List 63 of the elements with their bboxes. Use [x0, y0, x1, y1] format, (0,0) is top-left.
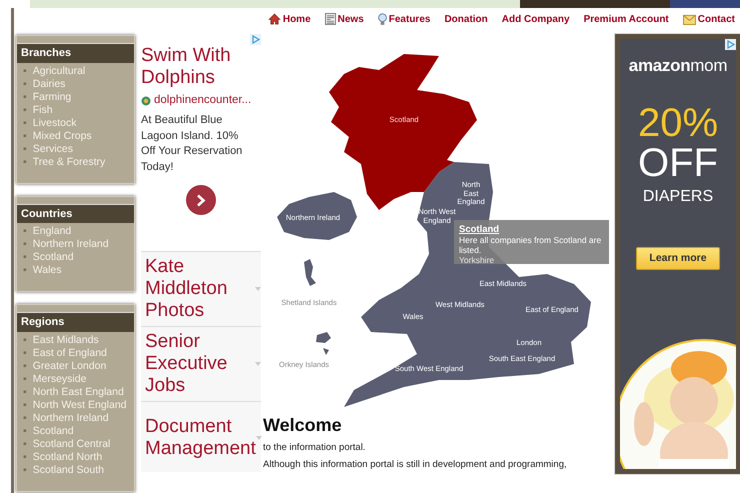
ad-domain-link[interactable]: dolphinencounter...	[154, 92, 252, 110]
adchoices-icon[interactable]	[725, 39, 736, 50]
bullet-icon: ▪	[23, 450, 27, 464]
nav-link[interactable]: News	[338, 12, 364, 26]
discount-text: 20%	[638, 102, 718, 142]
bullet-icon: ▪	[23, 156, 27, 168]
bullet-icon: ▪	[23, 464, 27, 476]
map-label[interactable]: Yorkshire	[459, 255, 494, 265]
bullet-icon: ▪	[23, 238, 27, 251]
envelope-icon	[682, 14, 696, 24]
light-bulb-icon	[378, 12, 387, 26]
ad-link-item[interactable]: Kate Middleton Photos	[141, 251, 261, 326]
ad-description: At Beautiful Blue Lagoon Island. 10% Off Your Reservation Today!	[141, 113, 244, 175]
nav-link[interactable]: Contact	[698, 12, 735, 26]
learn-more-button[interactable]: Learn more	[636, 246, 720, 270]
bullet-icon: ▪	[23, 78, 27, 90]
nav-link[interactable]: Features	[388, 12, 430, 26]
tooltip-text: Here all companies from Scotland are listed.	[459, 235, 602, 255]
bullet-icon: ▪	[23, 264, 27, 277]
bullet-icon: ▪	[23, 386, 27, 398]
nav-link[interactable]: Add Company	[502, 12, 570, 26]
panel-header: Countries	[17, 204, 134, 223]
caret-icon	[256, 436, 262, 440]
bullet-icon: ▪	[23, 360, 27, 372]
bullet-icon: ▪	[23, 251, 27, 264]
bullet-icon: ▪	[23, 116, 27, 130]
bullet-icon: ▪	[23, 130, 27, 142]
nav-link[interactable]: Premium Account	[584, 12, 669, 26]
panel-header: Branches	[17, 43, 134, 62]
bullet-icon: ▪	[23, 225, 27, 238]
adchoices-icon[interactable]	[250, 34, 261, 45]
favicon-icon	[141, 96, 151, 106]
ad-link-item[interactable]: Document Management	[141, 401, 261, 472]
ad-headline: OFF	[638, 142, 718, 182]
newspaper-icon	[324, 13, 336, 25]
ad-title[interactable]: Swim With Dolphins	[141, 45, 261, 89]
nav-link[interactable]: Home	[282, 12, 311, 26]
nav-link[interactable]: Donation	[444, 12, 488, 26]
welcome-heading: Welcome	[263, 414, 343, 436]
bullet-icon: ▪	[23, 104, 27, 116]
bullet-icon: ▪	[23, 334, 27, 346]
ad-link-item[interactable]: Senior Executive Jobs	[141, 326, 261, 402]
ad-logo[interactable]: amazonmom	[628, 53, 728, 78]
bullet-icon: ▪	[23, 142, 27, 156]
bullet-icon: ▪	[23, 346, 27, 360]
ad-subtitle: DIAPERS	[642, 186, 714, 206]
bullet-icon: ▪	[23, 372, 27, 386]
paragraph: Although this information portal is still in development and programming,	[263, 459, 568, 470]
tooltip-title-link[interactable]: Scotland	[459, 224, 500, 235]
chevron-right-icon	[196, 194, 206, 207]
caret-icon	[255, 287, 261, 292]
bullet-icon: ▪	[23, 412, 27, 424]
panel-header: Regions	[17, 312, 134, 332]
home-icon	[268, 13, 281, 25]
bullet-icon: ▪	[23, 424, 27, 438]
paragraph: to the information portal.	[263, 442, 366, 453]
next-button[interactable]	[186, 185, 216, 216]
bullet-icon: ▪	[23, 90, 27, 104]
uk-map-drawing[interactable]	[277, 54, 591, 407]
bullet-icon: ▪	[23, 398, 27, 412]
caret-icon	[255, 362, 261, 366]
bullet-icon: ▪	[23, 64, 27, 78]
bullet-icon: ▪	[23, 438, 27, 450]
